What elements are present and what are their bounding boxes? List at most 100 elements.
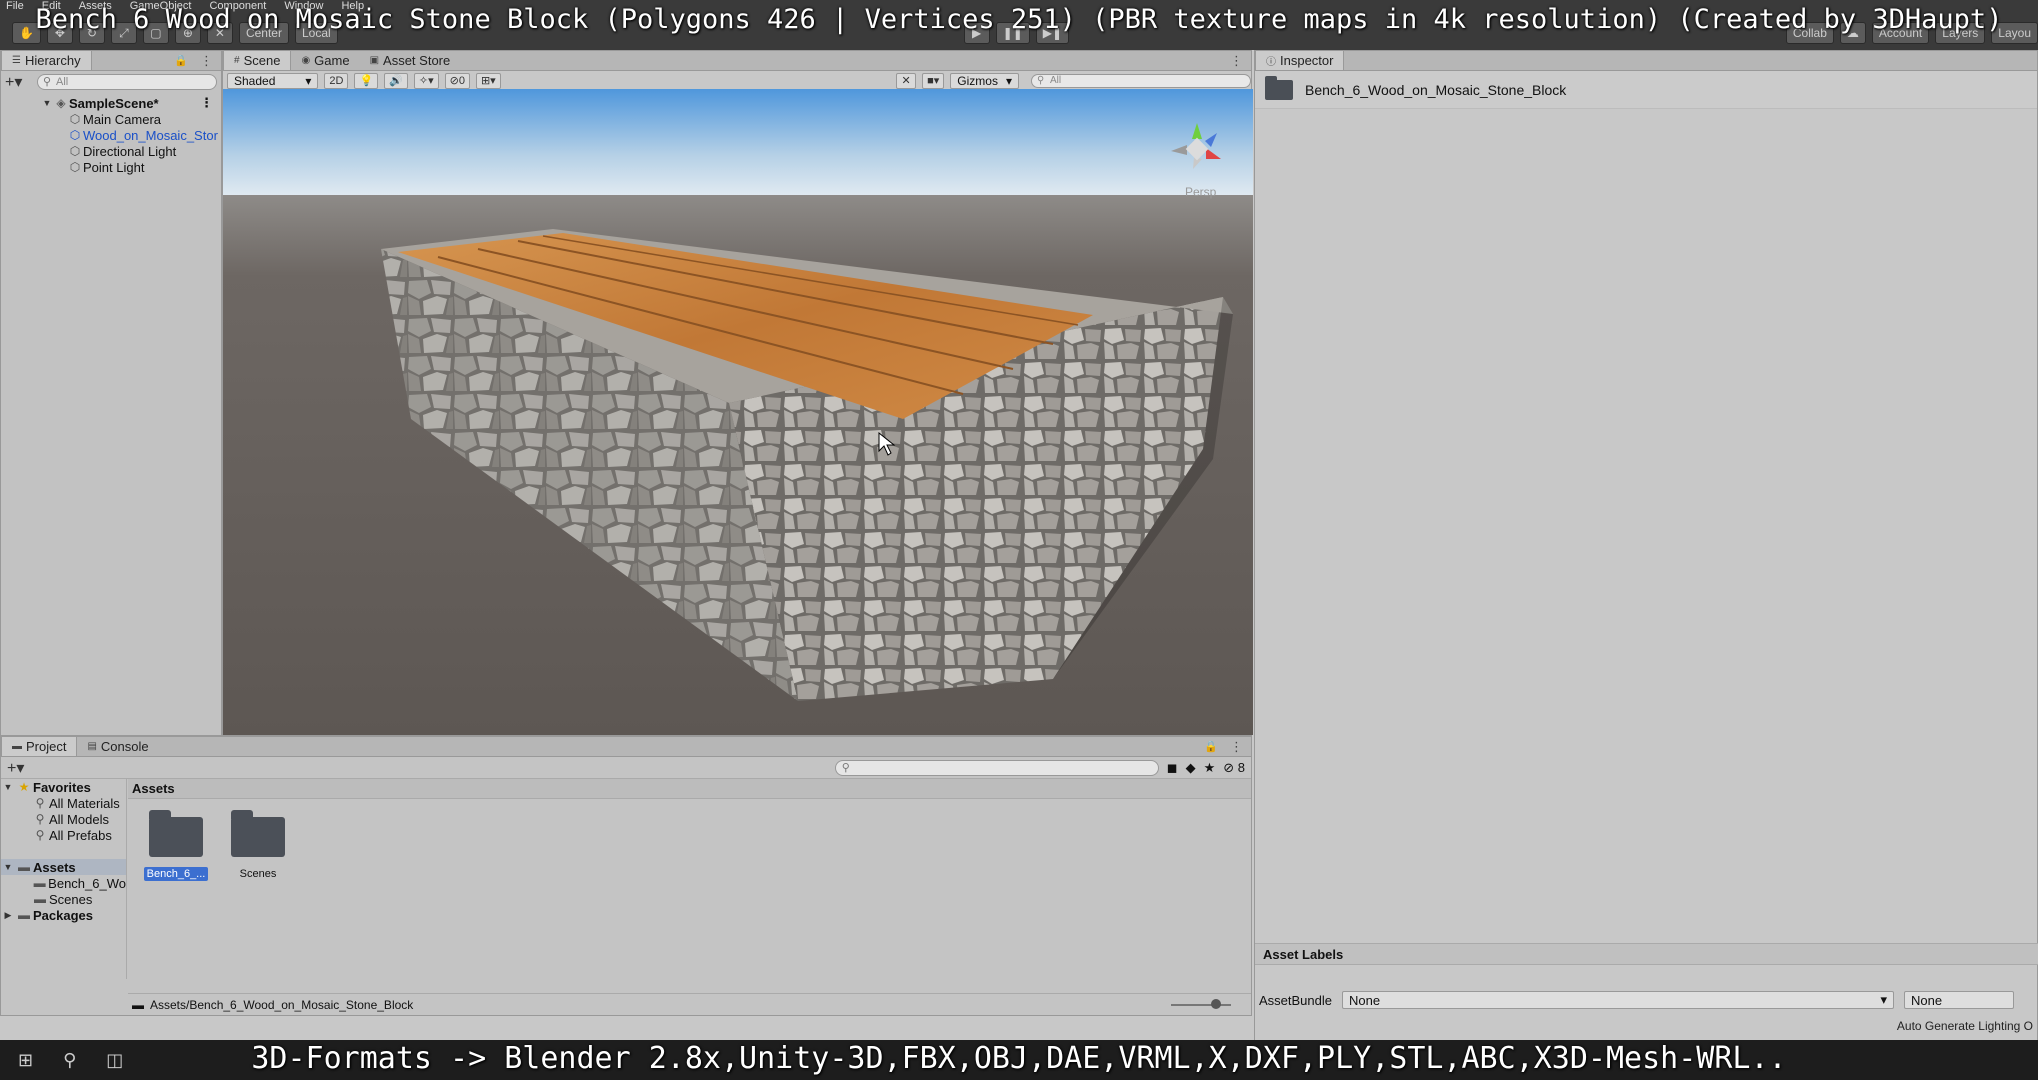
gamepad-icon: ◉ (301, 55, 311, 66)
favorite-item[interactable]: ⚲ All Models (1, 811, 126, 827)
gizmos-dropdown[interactable]: Gizmos ▾ (950, 72, 1019, 89)
unity-scene-icon: ◈ (56, 96, 66, 110)
hidden-objects-count: 0 (458, 74, 465, 87)
persp-label[interactable]: Persp (1185, 185, 1216, 199)
tab-hierarchy[interactable]: ☰ Hierarchy (1, 51, 92, 70)
folder-icon: ▬ (12, 741, 22, 752)
expand-arrow-icon[interactable]: ▼ (1, 862, 15, 872)
scene-search-input[interactable]: ⚲ All (1031, 73, 1251, 88)
folder-icon: ▬ (33, 876, 46, 890)
tab-hierarchy-label: Hierarchy (24, 53, 81, 68)
project-folder-tree: ▼ ★ Favorites ⚲ All Materials ⚲ All Mode… (1, 779, 127, 979)
speaker-icon: 🔊 (389, 75, 403, 87)
hierarchy-item-label: Wood_on_Mosaic_Stor (83, 127, 218, 143)
eye-slash-icon: ⊘ (1223, 759, 1235, 775)
create-plus-icon[interactable]: +▾ (7, 758, 33, 778)
assets-root-row[interactable]: ▼ ▬ Assets (1, 859, 126, 875)
hierarchy-item-point-light[interactable]: ⬡ Point Light (1, 159, 221, 175)
grid-toggle[interactable]: ⊞▾ (475, 72, 501, 89)
scene-view-panel: # Scene ◉ Game ▣ Asset Store ⋮ Shaded ▾ … (222, 50, 1253, 736)
kebab-menu-icon[interactable]: ⋮ (1222, 737, 1251, 756)
assetbundle-variant-select[interactable]: None (1904, 991, 2014, 1009)
eye-slash-icon: ⊘ (449, 75, 459, 87)
toggle-2d-button[interactable]: 2D (324, 72, 349, 89)
assets-breadcrumb[interactable]: Assets (128, 779, 1251, 799)
scene-toolbar: Shaded ▾ 2D 💡 🔊 ✧▾ ⊘ 0 ⊞▾ ✕ ■▾ Gizmos ▾ … (223, 71, 1251, 91)
tab-scene[interactable]: # Scene (223, 51, 292, 70)
scene-viewport[interactable]: Persp (223, 89, 1253, 735)
favorite-item-label: All Materials (49, 795, 120, 811)
lightbulb-icon: 💡 (359, 75, 374, 87)
tools-settings-button[interactable]: ✕ (896, 72, 917, 89)
list-icon: ☰ (12, 55, 21, 66)
assets-child-folder[interactable]: ▬ Scenes (1, 891, 126, 907)
hierarchy-item-bench-prefab[interactable]: ⬡ Wood_on_Mosaic_Stor (1, 127, 221, 143)
asset-folder-scenes[interactable]: Scenes (226, 810, 290, 881)
hierarchy-search-input[interactable]: ⚲ All (37, 74, 217, 90)
scene-grid-icon: # (234, 55, 240, 66)
scene-root-row[interactable]: ▼ ◈ SampleScene* ⋮ (1, 95, 221, 111)
audio-toggle[interactable]: 🔊 (384, 72, 408, 89)
scene-search-placeholder: All (1050, 75, 1062, 86)
prefab-cube-icon: ⬡ (69, 128, 81, 142)
favorite-item-label: All Prefabs (49, 827, 112, 843)
scene-kebab-icon[interactable]: ⋮ (200, 95, 221, 111)
assets-root-label: Assets (33, 859, 76, 875)
chevron-down-icon: ▾ (1005, 73, 1012, 88)
effects-toggle[interactable]: ✧▾ (413, 72, 439, 89)
packages-label: Packages (33, 907, 93, 923)
video-title-overlay: Bench 6 Wood on Mosaic Stone Block (Poly… (35, 3, 2003, 35)
hierarchy-tree: ▼ ◈ SampleScene* ⋮ ⬡ Main Camera ⬡ Wood_… (1, 93, 221, 175)
camera-settings-button[interactable]: ■▾ (922, 72, 945, 89)
project-toolbar: +▾ ⚲ ◼ ◆ ★ ⊘ 8 (1, 757, 1251, 779)
search-by-type-icon[interactable]: ◼ (1167, 760, 1178, 776)
assets-child-folder[interactable]: ▬ Bench_6_Wo (1, 875, 126, 891)
hidden-objects-toggle[interactable]: ⊘ 0 (444, 72, 470, 89)
search-icon: ⚲ (35, 828, 45, 842)
hierarchy-item-main-camera[interactable]: ⬡ Main Camera (1, 111, 221, 127)
favorites-row[interactable]: ▼ ★ Favorites (1, 779, 126, 795)
lighting-toggle[interactable]: 💡 (354, 72, 379, 89)
lock-icon[interactable]: 🔒 (170, 51, 192, 70)
scene-render (223, 89, 1253, 735)
expand-arrow-icon[interactable]: ▼ (1, 782, 15, 792)
expand-arrow-icon[interactable]: ▼ (41, 98, 53, 108)
shading-mode-dropdown[interactable]: Shaded ▾ (227, 72, 319, 89)
tab-inspector[interactable]: ⓘ Inspector (1255, 51, 1345, 70)
kebab-menu-icon[interactable]: ⋮ (192, 51, 221, 70)
icon-size-slider[interactable] (1171, 998, 1231, 1009)
editor-top-bar: File Edit Assets GameObject Component Wi… (0, 0, 2038, 50)
tab-asset-store[interactable]: ▣ Asset Store (360, 51, 461, 70)
create-plus-icon[interactable]: +▾ (5, 72, 31, 92)
hierarchy-item-directional-light[interactable]: ⬡ Directional Light (1, 143, 221, 159)
assetbundle-label: AssetBundle (1259, 992, 1332, 1008)
tab-game[interactable]: ◉ Game (291, 51, 359, 70)
project-search-input[interactable]: ⚲ (834, 759, 1159, 776)
hidden-packages-toggle[interactable]: ⊘ 8 (1223, 760, 1245, 776)
kebab-menu-icon[interactable]: ⋮ (1222, 51, 1251, 70)
assetbundle-select[interactable]: None ▾ (1342, 991, 1894, 1009)
favorites-star-icon[interactable]: ★ (1204, 760, 1216, 776)
chevron-down-icon: ▾ (1880, 992, 1887, 1007)
tab-console[interactable]: ▤ Console (77, 737, 158, 756)
slider-handle[interactable] (1211, 998, 1221, 1009)
search-icon: ⚲ (1037, 75, 1045, 86)
hierarchy-search-row: +▾ ⚲ All (1, 71, 221, 93)
auto-generate-lighting-status[interactable]: Auto Generate Lighting O (1897, 1019, 2037, 1033)
inspector-tabstrip: ⓘ Inspector (1255, 51, 2037, 71)
search-by-label-icon[interactable]: ◆ (1186, 760, 1196, 776)
lock-icon[interactable]: 🔒 (1200, 737, 1222, 756)
shading-mode-value: Shaded (234, 73, 276, 88)
selected-asset-path: Assets/Bench_6_Wood_on_Mosaic_Stone_Bloc… (150, 997, 414, 1012)
folder-icon (1265, 75, 1293, 100)
asset-folder-bench[interactable]: Bench_6_... (143, 810, 209, 881)
project-assets-grid: Assets Bench_6_... Scenes (128, 779, 1251, 979)
expand-arrow-icon[interactable]: ▶ (1, 910, 15, 921)
favorite-item[interactable]: ⚲ All Materials (1, 795, 126, 811)
favorite-item[interactable]: ⚲ All Prefabs (1, 827, 126, 843)
asset-labels-header[interactable]: Asset Labels (1255, 943, 2038, 965)
hierarchy-item-label: Directional Light (83, 143, 177, 159)
packages-row[interactable]: ▶ ▬ Packages (1, 907, 126, 923)
tab-project[interactable]: ▬ Project (1, 737, 78, 756)
assetbundle-row: AssetBundle None ▾ None (1255, 989, 2038, 1011)
